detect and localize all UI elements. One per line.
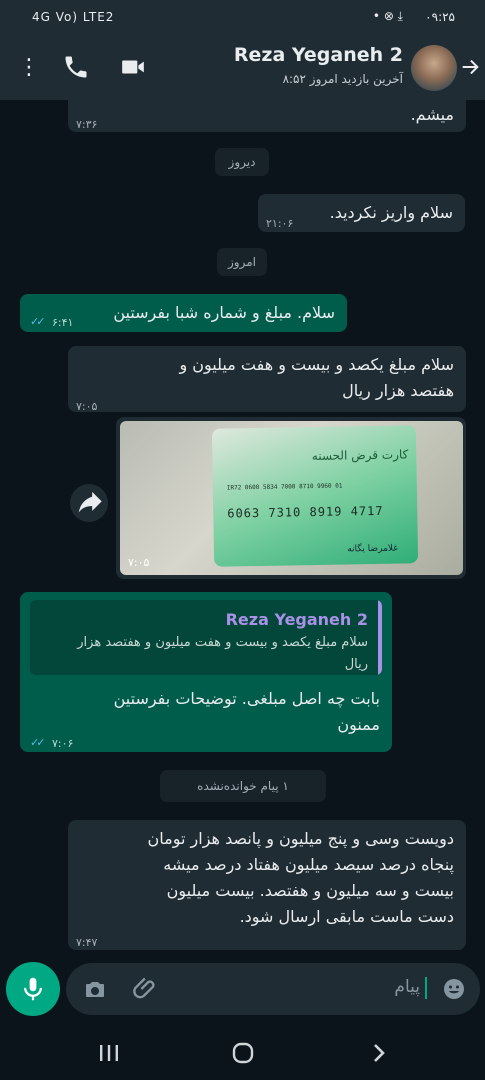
back-icon[interactable]: [364, 1038, 394, 1068]
unread-divider: ۱ پیام خوانده‌نشده: [160, 770, 326, 802]
read-ticks-icon: ✓✓: [30, 736, 46, 749]
avatar[interactable]: [411, 45, 457, 91]
status-icons: • ⊗ ⤓: [372, 9, 403, 23]
message-incoming[interactable]: سلام مبلغ یکصد و بیست و هفت میلیون و هفت…: [68, 346, 466, 413]
attach-icon[interactable]: [132, 975, 160, 1003]
message-text: میشم.: [410, 105, 454, 124]
message-time: ۷:۰۵: [76, 400, 98, 413]
forward-icon: [78, 491, 102, 513]
chat-area[interactable]: میشم. ۷:۳۶ دیروز سلام واریز نکردید. ۲۱:۰…: [0, 100, 485, 960]
message-text: دویست وسی و پنج میلیون و پانصد هزار توما…: [147, 829, 454, 926]
date-chip: امروز: [217, 248, 267, 276]
status-time: ۰۹:۲۵: [425, 10, 455, 24]
message-time: ۷:۴۷: [76, 936, 98, 949]
message-outgoing[interactable]: سلام. مبلغ و شماره شبا بفرستین ✓✓ ۶:۴۱: [20, 294, 347, 332]
more-options-icon[interactable]: ⋮: [18, 54, 40, 82]
quote-bar: [378, 600, 382, 675]
message-time: ۷:۳۶: [76, 118, 98, 131]
microphone-icon: [24, 977, 42, 1001]
voice-call-icon[interactable]: [62, 53, 90, 81]
video-call-icon[interactable]: [118, 54, 148, 80]
system-nav-bar: [0, 1026, 485, 1080]
message-text: سلام مبلغ یکصد و بیست و هفت میلیون و هفت…: [179, 355, 454, 400]
message-text: سلام. مبلغ و شماره شبا بفرستین: [113, 303, 335, 322]
message-incoming[interactable]: میشم. ۷:۳۶: [68, 100, 466, 132]
quoted-sender: Reza Yeganeh 2: [225, 610, 368, 629]
message-text: بابت چه اصل مبلغی. توضیحات بفرستین ممنون: [113, 689, 380, 734]
forward-button[interactable]: [70, 484, 108, 522]
back-arrow-icon[interactable]: [459, 54, 481, 80]
message-input[interactable]: پیام: [394, 977, 420, 997]
quoted-text: سلام مبلغ یکصد و بیست و هفت میلیون و هفت…: [77, 635, 368, 672]
contact-name[interactable]: Reza Yeganeh 2: [234, 44, 403, 66]
signal-indicators: 4G Vo) LTE2: [32, 10, 115, 24]
voice-record-button[interactable]: [6, 962, 60, 1016]
emoji-icon[interactable]: [442, 977, 466, 1001]
card-iban: IR72 0600 5834 7000 8710 9960 01: [226, 482, 343, 492]
card-holder: غلامرضا یگانه: [347, 543, 399, 555]
message-incoming[interactable]: دویست وسی و پنج میلیون و پانصد هزار توما…: [68, 820, 466, 950]
text-caret: [425, 977, 427, 999]
home-icon[interactable]: [228, 1038, 258, 1068]
bank-card-image: کارت قرض الحسنه IR72 0600 5834 7000 8710…: [211, 425, 419, 567]
quoted-message[interactable]: Reza Yeganeh 2 سلام مبلغ یکصد و بیست و ه…: [30, 600, 382, 675]
card-brand: کارت قرض الحسنه: [311, 447, 409, 464]
message-incoming[interactable]: سلام واریز نکردید. ۲۱:۰۶: [258, 194, 465, 232]
message-text: سلام واریز نکردید.: [329, 203, 453, 222]
last-seen: آخرین بازدید امروز ۸:۵۲: [282, 72, 403, 86]
message-time: ۶:۴۱: [52, 316, 74, 329]
message-time: ۷:۰۵: [128, 556, 150, 569]
card-number: 6063 7310 8919 4717: [227, 503, 384, 521]
message-time: ۷:۰۶: [52, 737, 74, 750]
message-time: ۲۱:۰۶: [266, 217, 294, 230]
date-chip: دیروز: [215, 148, 269, 176]
recent-apps-icon[interactable]: [94, 1038, 124, 1068]
card-photo[interactable]: کارت قرض الحسنه IR72 0600 5834 7000 8710…: [120, 421, 463, 575]
message-outgoing[interactable]: Reza Yeganeh 2 سلام مبلغ یکصد و بیست و ه…: [20, 592, 392, 752]
camera-icon[interactable]: [82, 977, 108, 1001]
chat-header: ⋮ Reza Yeganeh 2 آخرین بازدید امروز ۸:۵۲: [0, 36, 485, 100]
status-bar: 4G Vo) LTE2 • ⊗ ⤓ ۰۹:۲۵: [0, 0, 485, 36]
message-input-bar[interactable]: پیام: [66, 963, 480, 1015]
read-ticks-icon: ✓✓: [30, 315, 46, 328]
